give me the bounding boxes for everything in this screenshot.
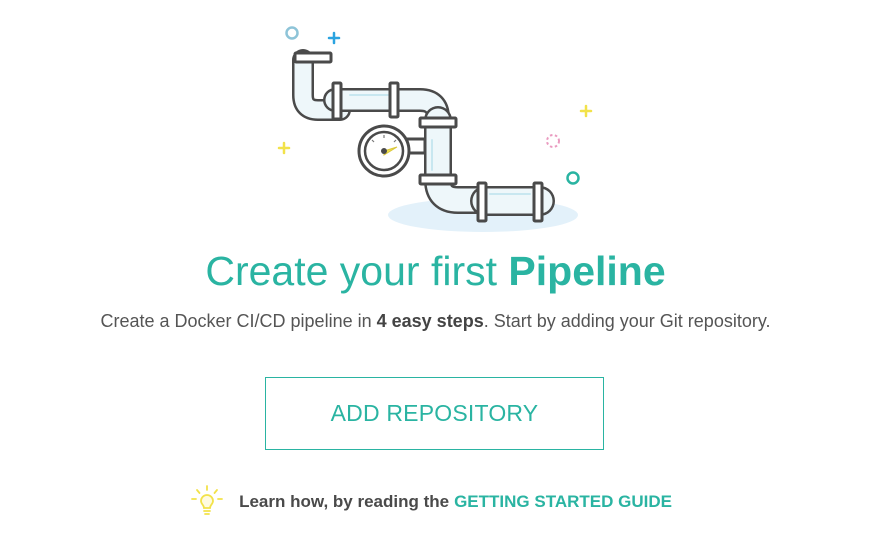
decor-plus-icon bbox=[277, 141, 291, 155]
decor-dotted-circle-icon bbox=[546, 134, 560, 148]
pipeline-illustration bbox=[277, 26, 593, 232]
decor-circle-icon bbox=[566, 171, 580, 185]
learn-text: Learn how, by reading the bbox=[239, 492, 450, 511]
subtitle-after: . Start by adding your Git repository. bbox=[483, 311, 771, 331]
decor-circle-icon bbox=[285, 26, 299, 40]
page-subtitle: Create a Docker CI/CD pipeline in 4 easy… bbox=[0, 308, 871, 334]
title-light: Create your first bbox=[205, 248, 498, 294]
getting-started-guide-link[interactable]: GETTING STARTED GUIDE bbox=[454, 492, 672, 512]
subtitle-before: Create a Docker CI/CD pipeline in bbox=[100, 311, 372, 331]
subtitle-bold: 4 easy steps bbox=[376, 311, 484, 331]
empty-pipelines-page: Create your first Pipeline Create a Dock… bbox=[0, 0, 871, 547]
title-strong: Pipeline bbox=[508, 248, 666, 294]
decor-plus-icon bbox=[579, 104, 593, 118]
lightbulb-icon bbox=[191, 485, 223, 515]
page-title: Create your first Pipeline bbox=[0, 243, 871, 299]
add-repository-button[interactable]: ADD REPOSITORY bbox=[265, 377, 604, 450]
decor-plus-icon bbox=[327, 31, 341, 45]
learn-how-row: Learn how, by reading the GETTING STARTE… bbox=[0, 484, 871, 520]
gauge-icon bbox=[357, 124, 427, 178]
